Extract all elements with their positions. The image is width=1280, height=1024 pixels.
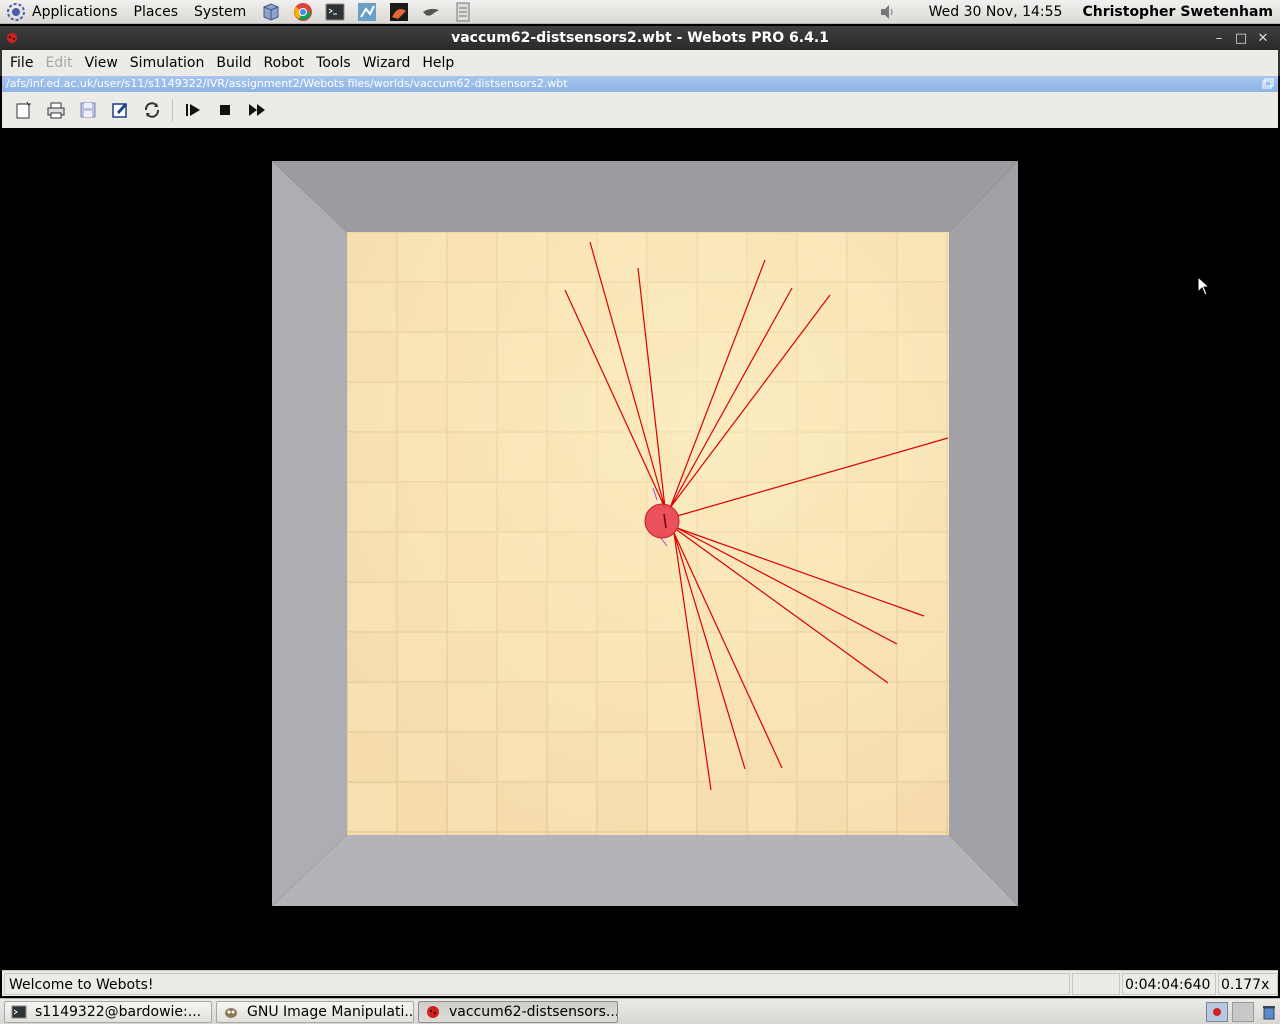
stop-button[interactable] <box>211 96 239 124</box>
minimize-button[interactable]: – <box>1208 27 1230 49</box>
edit-button[interactable] <box>106 96 134 124</box>
bird-icon[interactable] <box>420 1 442 23</box>
save-button[interactable] <box>74 96 102 124</box>
menu-simulation[interactable]: Simulation <box>124 50 211 76</box>
menu-robot[interactable]: Robot <box>258 50 311 76</box>
floor-light <box>347 232 949 835</box>
menu-wizard[interactable]: Wizard <box>357 50 417 76</box>
menu-view[interactable]: View <box>79 50 124 76</box>
status-empty-cell <box>1072 972 1120 995</box>
menu-tools[interactable]: Tools <box>310 50 357 76</box>
fast-forward-icon <box>249 104 265 116</box>
save-icon <box>80 102 96 118</box>
applications-menu[interactable]: Applications <box>30 0 126 24</box>
wall-right <box>949 161 1018 906</box>
terminal-icon <box>11 1004 27 1020</box>
task-label: s1149322@bardowie:... <box>35 1003 202 1020</box>
task-terminal[interactable]: s1149322@bardowie:... <box>4 1000 212 1023</box>
document-icon[interactable] <box>452 1 474 23</box>
top-panel: Applications Places System Wed 30 Nov, 1… <box>0 0 1280 24</box>
places-menu[interactable]: Places <box>126 0 187 24</box>
mouse-cursor-icon <box>1197 275 1211 296</box>
workspace-1[interactable] <box>1206 1002 1228 1022</box>
arena-scene[interactable] <box>2 128 1278 968</box>
simulation-speed: 0.177x <box>1218 972 1278 995</box>
chrome-icon[interactable] <box>292 1 314 23</box>
simulation-time: 0:04:04:640 <box>1122 972 1216 995</box>
new-world-button[interactable] <box>10 96 38 124</box>
status-message: Welcome to Webots! <box>4 972 1070 995</box>
maximize-button[interactable]: □ <box>1230 27 1252 49</box>
close-button[interactable]: ✕ <box>1252 27 1274 49</box>
status-bar: Welcome to Webots! 0:04:04:640 0.177x <box>2 970 1278 996</box>
menubar: File Edit View Simulation Build Robot To… <box>0 50 1280 76</box>
toolbar-separator <box>172 99 173 121</box>
menu-edit[interactable]: Edit <box>39 50 78 76</box>
workspace-2[interactable] <box>1232 1002 1254 1022</box>
window-titlebar[interactable]: vaccum62-distsensors2.wbt - Webots PRO 6… <box>0 26 1280 50</box>
task-gimp[interactable]: GNU Image Manipulati... <box>216 1000 414 1023</box>
volume-icon[interactable] <box>877 1 899 23</box>
revert-button[interactable] <box>138 96 166 124</box>
window-title: vaccum62-distsensors2.wbt - Webots PRO 6… <box>451 30 829 46</box>
toolbar <box>2 92 1278 128</box>
gnome-foot-icon[interactable] <box>6 2 26 22</box>
step-icon <box>186 104 200 116</box>
wall-top <box>272 161 1018 232</box>
3d-view[interactable] <box>2 128 1278 968</box>
task-label: GNU Image Manipulati... <box>247 1003 414 1020</box>
network-icon[interactable] <box>356 1 378 23</box>
fast-forward-button[interactable] <box>243 96 271 124</box>
webots-icon <box>425 1004 441 1020</box>
clock[interactable]: Wed 30 Nov, 14:55 <box>929 4 1063 20</box>
username[interactable]: Christopher Swetenham <box>1082 4 1273 20</box>
print-button[interactable] <box>42 96 70 124</box>
menu-file[interactable]: File <box>4 50 39 76</box>
menu-help[interactable]: Help <box>416 50 460 76</box>
webots-ladybug-icon[interactable] <box>6 32 18 44</box>
task-webots[interactable]: vaccum62-distsensors... <box>418 1000 618 1023</box>
gimp-icon <box>223 1004 239 1020</box>
stop-icon <box>220 105 230 115</box>
print-icon <box>47 102 65 119</box>
world-path-bar: /afs/inf.ed.ac.uk/user/s11/s1149322/IVR/… <box>2 76 1278 92</box>
taskbar: s1149322@bardowie:... GNU Image Manipula… <box>0 998 1280 1024</box>
new-world-icon <box>16 101 31 119</box>
package-icon[interactable] <box>260 1 282 23</box>
step-button[interactable] <box>179 96 207 124</box>
task-label: vaccum62-distsensors... <box>449 1003 618 1020</box>
revert-icon <box>144 102 160 118</box>
wall-left <box>272 161 347 906</box>
wall-bottom <box>272 835 1018 906</box>
terminal-icon[interactable] <box>324 1 346 23</box>
matlab-icon[interactable] <box>388 1 410 23</box>
menu-build[interactable]: Build <box>210 50 257 76</box>
trash-icon[interactable] <box>1258 1002 1280 1022</box>
system-menu[interactable]: System <box>186 0 254 24</box>
restore-icon[interactable] <box>1262 78 1274 90</box>
edit-icon <box>112 103 127 118</box>
world-path: /afs/inf.ed.ac.uk/user/s11/s1149322/IVR/… <box>6 77 568 90</box>
